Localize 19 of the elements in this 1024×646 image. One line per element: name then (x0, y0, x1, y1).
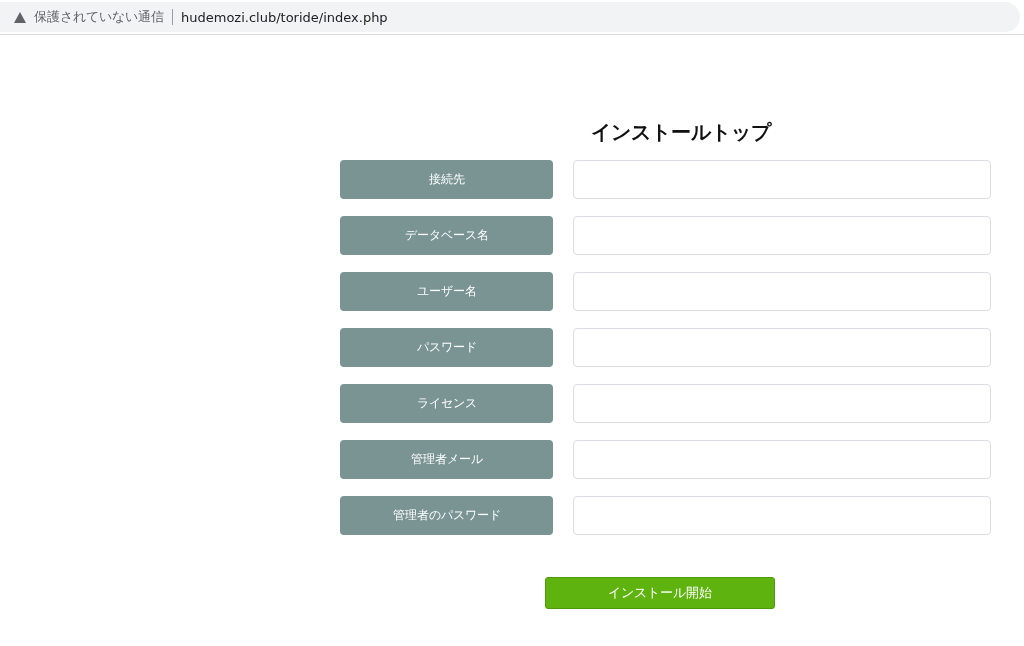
input-field[interactable] (573, 384, 991, 423)
input-field[interactable] (573, 440, 991, 479)
field-label: ユーザー名 (340, 272, 553, 311)
url-text: hudemozi.club/toride/index.php (181, 9, 388, 25)
security-status: 保護されていない通信 (34, 8, 164, 26)
field-label: 管理者メール (340, 440, 553, 479)
field-label: 接続先 (340, 160, 553, 199)
input-field[interactable] (573, 272, 991, 311)
field-label: ライセンス (340, 384, 553, 423)
field-label: パスワード (340, 328, 553, 367)
field-label: データベース名 (340, 216, 553, 255)
warning-icon (14, 11, 26, 23)
input-field[interactable] (573, 496, 991, 535)
page-title: インストールトップ (589, 119, 773, 146)
input-field[interactable] (573, 160, 991, 199)
address-bar[interactable]: 保護されていない通信 hudemozi.club/toride/index.php (0, 2, 1020, 32)
input-field[interactable] (573, 216, 991, 255)
field-label: 管理者のパスワード (340, 496, 553, 535)
input-field[interactable] (573, 328, 991, 367)
